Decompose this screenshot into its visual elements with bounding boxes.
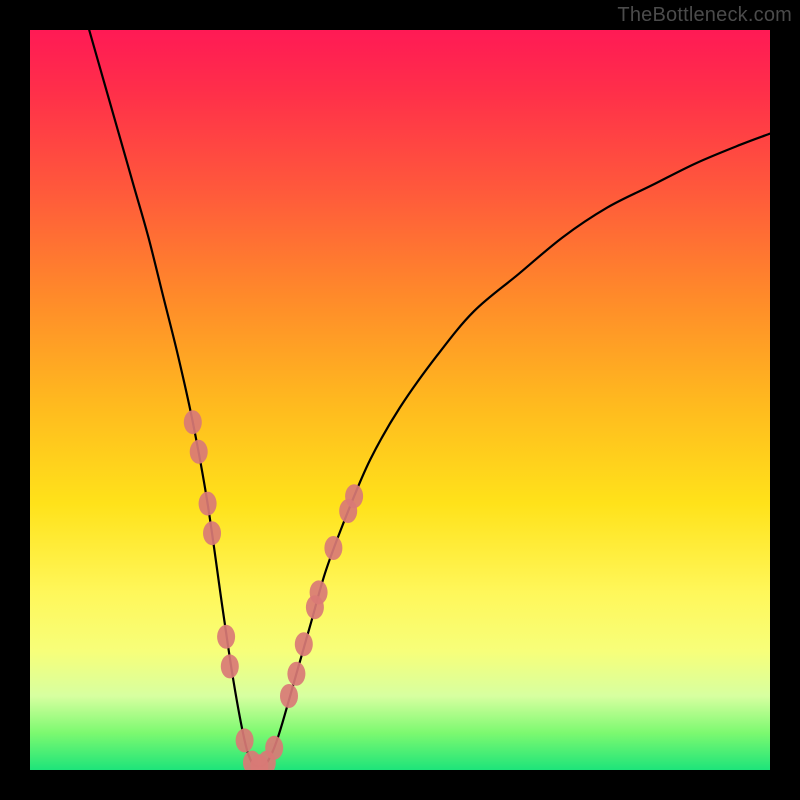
watermark-label: TheBottleneck.com: [617, 4, 792, 27]
chart-frame: TheBottleneck.com: [0, 0, 800, 800]
chart-gradient-area: [30, 30, 770, 770]
